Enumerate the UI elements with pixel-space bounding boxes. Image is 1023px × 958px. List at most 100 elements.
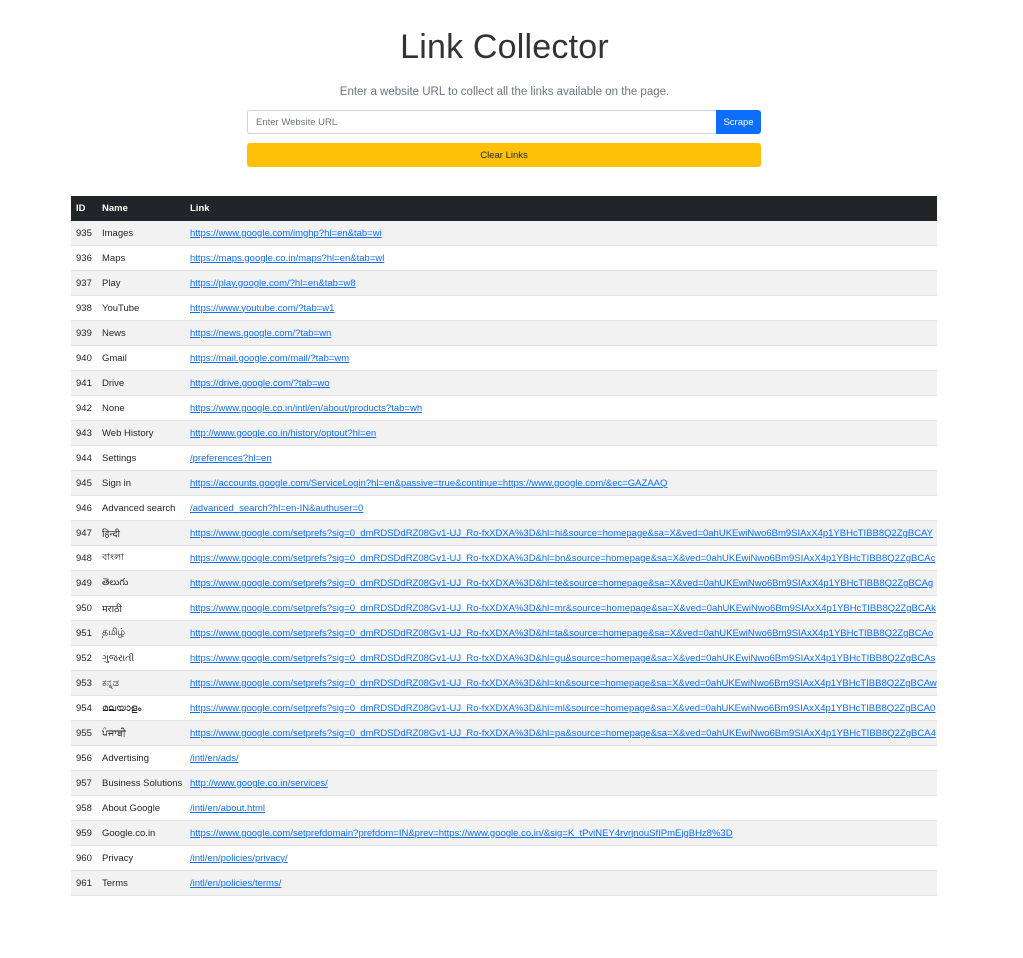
row-link[interactable]: https://news.google.com/?tab=wn <box>190 328 331 339</box>
row-link-cell: https://mail.google.com/mail/?tab=wm <box>185 345 937 371</box>
row-link[interactable]: https://drive.google.com/?tab=wo <box>190 378 330 389</box>
row-link[interactable]: http://www.google.co.in/history/optout?h… <box>190 428 376 439</box>
header-link: Link <box>190 203 210 214</box>
table-row: 960 Privacy/intl/en/policies/privacy/ <box>71 845 937 871</box>
row-link[interactable]: https://www.google.co.in/intl/en/about/p… <box>190 403 422 414</box>
url-input[interactable] <box>247 110 716 134</box>
row-link-cell: https://www.google.com/setprefs?sig=0_dm… <box>185 695 937 721</box>
row-link[interactable]: https://mail.google.com/mail/?tab=wm <box>190 353 349 364</box>
row-id: 951 <box>71 620 97 646</box>
row-id: 935 <box>71 221 97 246</box>
row-id: 959 <box>71 820 97 846</box>
row-link[interactable]: https://www.google.com/setprefs?sig=0_dm… <box>190 653 935 664</box>
row-link[interactable]: https://www.google.com/setprefs?sig=0_dm… <box>190 553 935 564</box>
table-row: 947 हिन्दी https://www.google.com/setprefs… <box>71 520 937 546</box>
row-link[interactable]: https://www.google.com/setprefs?sig=0_dm… <box>190 703 935 714</box>
row-id: 950 <box>71 595 97 621</box>
row-link-cell: /intl/en/ads/ <box>185 745 937 771</box>
row-name: About Google <box>97 795 185 821</box>
row-link-cell: https://play.google.com/?hl=en&tab=w8 <box>185 270 937 296</box>
table-header: ID Name Link <box>71 196 937 221</box>
row-name: Maps <box>97 245 185 271</box>
row-id: 937 <box>71 270 97 296</box>
row-id: 946 <box>71 495 97 521</box>
row-name: Terms <box>97 870 185 896</box>
row-link-cell: http://www.google.co.in/history/optout?h… <box>185 420 937 446</box>
row-link[interactable]: https://www.google.com/setprefs?sig=0_dm… <box>190 603 936 614</box>
row-link-cell: http://www.google.co.in/services/ <box>185 770 937 796</box>
row-link[interactable]: https://www.youtube.com/?tab=w1 <box>190 303 334 314</box>
url-form: Scrape <box>247 110 761 134</box>
page-title: Link Collector <box>400 28 609 66</box>
table-row: 953 ಕನ್ನಡ https://www.google.com/setprefs?… <box>71 670 937 696</box>
row-link[interactable]: https://www.google.com/setprefdomain?pre… <box>190 828 733 839</box>
table-row: 955 ਪੰਜਾਬੀ https://www.google.com/setprefs… <box>71 720 937 746</box>
row-name: Sign in <box>97 470 185 496</box>
row-link-cell: /intl/en/policies/privacy/ <box>185 845 937 871</box>
row-link-cell: https://www.google.com/imghp?hl=en&tab=w… <box>185 221 937 246</box>
row-link[interactable]: https://www.google.com/setprefs?sig=0_dm… <box>190 628 933 639</box>
row-id: 954 <box>71 695 97 721</box>
row-link-cell: https://www.google.com/setprefs?sig=0_dm… <box>185 620 937 646</box>
row-link-cell: https://www.google.com/setprefs?sig=0_dm… <box>185 595 937 621</box>
table-row: 943 Web History http://www.google.co.in/hi… <box>71 420 937 446</box>
row-link[interactable]: https://www.google.com/imghp?hl=en&tab=w… <box>190 228 382 239</box>
row-id: 949 <box>71 570 97 596</box>
table-row: 959 Google.co.in https://www.google.com/se… <box>71 820 937 846</box>
row-link[interactable]: https://www.google.com/setprefs?sig=0_dm… <box>190 578 933 589</box>
row-id: 941 <box>71 370 97 396</box>
table-row: 949 తెలుగు https://www.google.com/setprefs… <box>71 570 937 596</box>
row-link[interactable]: /intl/en/policies/privacy/ <box>190 853 288 864</box>
scrape-button[interactable]: Scrape <box>716 110 761 134</box>
row-name: YouTube <box>97 295 185 321</box>
row-link-cell: https://drive.google.com/?tab=wo <box>185 370 937 396</box>
row-id: 942 <box>71 395 97 421</box>
header-name: Name <box>102 203 128 214</box>
row-link[interactable]: http://www.google.co.in/services/ <box>190 778 328 789</box>
row-name: Advertising <box>97 745 185 771</box>
table-row: 935 Images https://www.google.com/imghp?hl… <box>71 221 937 246</box>
row-name: Advanced search <box>97 495 185 521</box>
row-id: 958 <box>71 795 97 821</box>
row-id: 943 <box>71 420 97 446</box>
row-name: None <box>97 395 185 421</box>
table-row: 950 मराठी https://www.google.com/setprefs?… <box>71 595 937 621</box>
row-link[interactable]: /intl/en/about.html <box>190 803 265 814</box>
table-row: 944 Settings/preferences?hl=en <box>71 445 937 471</box>
row-link[interactable]: https://accounts.google.com/ServiceLogin… <box>190 478 667 489</box>
row-link-cell: https://www.google.com/setprefdomain?pre… <box>185 820 937 846</box>
row-name: Gmail <box>97 345 185 371</box>
table-row: 952 ગુજરાતી https://www.google.com/setpref… <box>71 645 937 671</box>
row-link[interactable]: https://maps.google.co.in/maps?hl=en&tab… <box>190 253 384 264</box>
row-link-cell: https://accounts.google.com/ServiceLogin… <box>185 470 937 496</box>
row-name: Business Solutions <box>97 770 185 796</box>
row-link[interactable]: https://www.google.com/setprefs?sig=0_dm… <box>190 528 933 539</box>
row-link[interactable]: /preferences?hl=en <box>190 453 272 464</box>
row-name: తెలుగు <box>97 570 185 596</box>
row-id: 961 <box>71 870 97 896</box>
table-row: 958 About Google/intl/en/about.html <box>71 795 937 821</box>
row-name: தமிழ் <box>97 620 185 646</box>
row-name: বাংলা <box>97 545 185 571</box>
table-row: 957 Business Solutions http://www.google.c… <box>71 770 937 796</box>
row-name: Images <box>97 221 185 246</box>
row-link[interactable]: https://www.google.com/setprefs?sig=0_dm… <box>190 678 937 689</box>
row-link[interactable]: /advanced_search?hl=en-IN&authuser=0 <box>190 503 363 514</box>
row-name: Web History <box>97 420 185 446</box>
row-link-cell: https://www.google.co.in/intl/en/about/p… <box>185 395 937 421</box>
table-row: 954 മലയാളം https://www.google.com/setprefs… <box>71 695 937 721</box>
row-link-cell: /intl/en/policies/terms/ <box>185 870 937 896</box>
row-link[interactable]: https://www.google.com/setprefs?sig=0_dm… <box>190 728 936 739</box>
row-link[interactable]: /intl/en/ads/ <box>190 753 239 764</box>
row-id: 938 <box>71 295 97 321</box>
row-link-cell: https://www.google.com/setprefs?sig=0_dm… <box>185 520 937 546</box>
table-row: 942 None https://www.google.co.in/intl/en/… <box>71 395 937 421</box>
row-link[interactable]: /intl/en/policies/terms/ <box>190 878 281 889</box>
table-row: 951 தமிழ் https://www.google.com/setprefs?… <box>71 620 937 646</box>
clear-links-button[interactable]: Clear Links <box>247 143 761 167</box>
row-link[interactable]: https://play.google.com/?hl=en&tab=w8 <box>190 278 356 289</box>
table-row: 940 Gmail https://mail.google.com/mail/?ta… <box>71 345 937 371</box>
row-name: Settings <box>97 445 185 471</box>
table-row: 948 বাংলা https://www.google.com/setprefs?… <box>71 545 937 571</box>
row-id: 953 <box>71 670 97 696</box>
